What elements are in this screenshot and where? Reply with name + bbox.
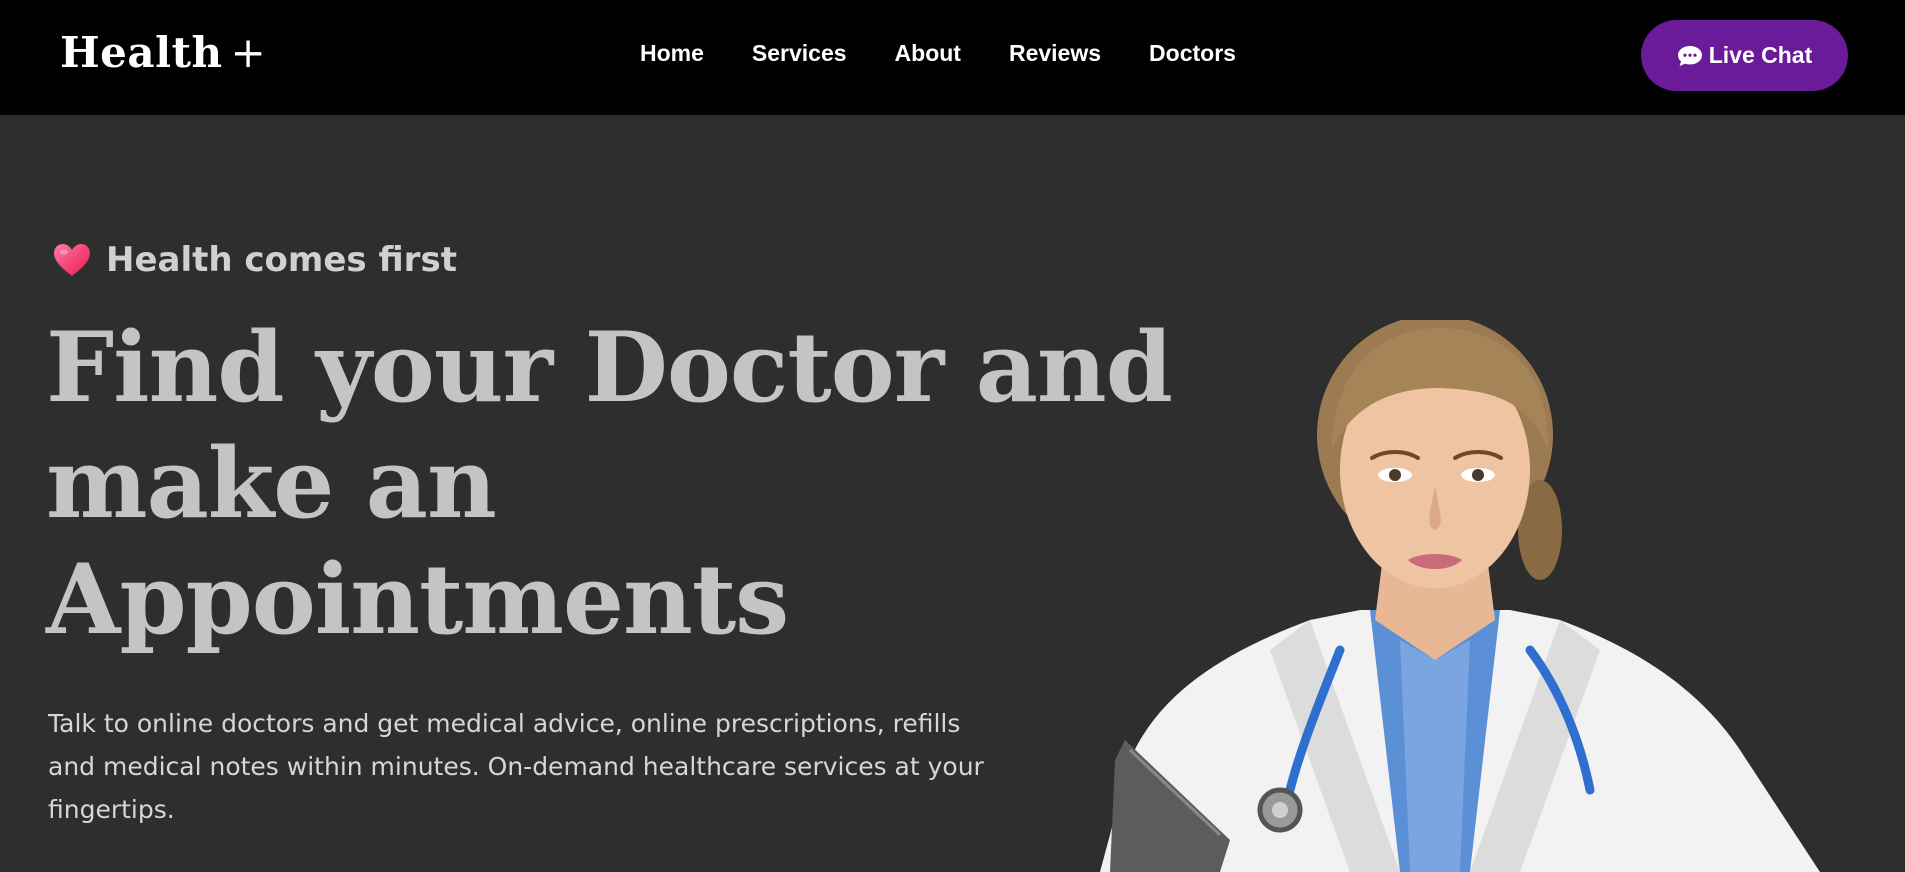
description-line-1: Talk to online doctors and get medical a…: [48, 709, 961, 738]
logo-plus: +: [230, 28, 267, 77]
live-chat-label: Live Chat: [1708, 42, 1813, 68]
top-navbar: Health + Home Services About Reviews Doct…: [0, 0, 1905, 115]
main-nav: Home Services About Reviews Doctors: [640, 40, 1284, 67]
doctor-photo: [1100, 320, 1820, 872]
description-line-2: and medical notes within minutes. On-dem…: [48, 752, 984, 781]
tagline-text: Health comes first: [106, 240, 457, 280]
headline-line-3: Appointments: [46, 543, 789, 656]
hero-description: Talk to online doctors and get medical a…: [48, 702, 984, 831]
description-line-3: fingertips.: [48, 795, 175, 824]
tagline: Health comes first: [52, 240, 457, 280]
nav-home[interactable]: Home: [640, 40, 704, 67]
nav-doctors[interactable]: Doctors: [1149, 40, 1236, 67]
hero-headline: Find your Doctor and make an Appointment…: [46, 310, 1173, 658]
site-logo[interactable]: Health +: [60, 28, 266, 77]
live-chat-button[interactable]: Live Chat: [1641, 20, 1848, 91]
nav-services[interactable]: Services: [752, 40, 847, 67]
heart-icon: [54, 244, 90, 276]
logo-text: Health: [60, 28, 223, 77]
nav-about[interactable]: About: [895, 40, 961, 67]
headline-line-2: make an: [46, 427, 497, 540]
headline-line-1: Find your Doctor and: [46, 311, 1173, 424]
chat-bubble-icon: [1677, 45, 1702, 66]
nav-reviews[interactable]: Reviews: [1009, 40, 1101, 67]
